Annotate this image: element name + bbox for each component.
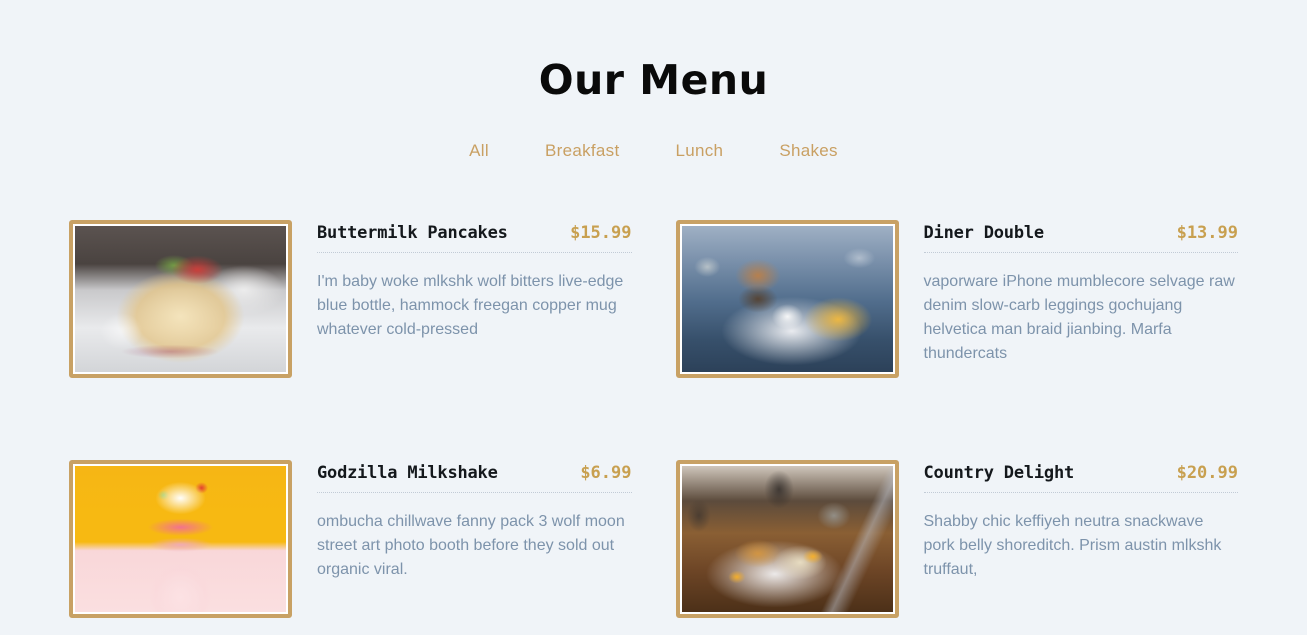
menu-item-name: Godzilla Milkshake [317, 463, 498, 484]
menu-item-thumbnail[interactable] [675, 460, 899, 619]
menu-item-name: Country Delight [923, 463, 1075, 484]
menu-item-price: $15.99 [570, 223, 632, 244]
menu-item-description: Shabby chic keffiyeh neutra snackwave po… [923, 513, 1222, 579]
page-title: Our Menu [538, 56, 769, 104]
menu-item-description: I'm baby woke mlkshk wolf bitters live-e… [317, 273, 624, 339]
menu-grid: Buttermilk Pancakes $15.99 I'm baby woke… [0, 220, 1307, 619]
menu-item-header: Diner Double $13.99 [923, 223, 1238, 254]
menu-item-description: vaporware iPhone mumblecore selvage raw … [923, 273, 1235, 363]
menu-item[interactable]: Buttermilk Pancakes $15.99 I'm baby woke… [69, 220, 632, 382]
filter-link-shakes[interactable]: Shakes [751, 141, 838, 161]
breakfast-photo [681, 466, 893, 613]
menu-item-body: Buttermilk Pancakes $15.99 I'm baby woke… [292, 220, 632, 358]
menu-item-thumbnail[interactable] [69, 220, 292, 379]
menu-item-body: Country Delight $20.99 Shabby chic keffi… [899, 460, 1238, 598]
menu-filter-nav: All Breakfast Lunch Shakes [0, 141, 1307, 161]
milkshake-photo [75, 466, 286, 613]
menu-section: Our Menu All Breakfast Lunch Shakes Butt… [0, 0, 1307, 635]
menu-item-thumbnail[interactable] [675, 220, 899, 379]
menu-item-header: Godzilla Milkshake $6.99 [317, 463, 632, 494]
menu-item-body: Diner Double $13.99 vaporware iPhone mum… [899, 220, 1238, 382]
pancakes-photo [75, 226, 286, 373]
menu-item-price: $13.99 [1176, 223, 1238, 244]
menu-item-description: ombucha chillwave fanny pack 3 wolf moon… [317, 513, 625, 579]
menu-item-thumbnail[interactable] [69, 460, 292, 619]
menu-item[interactable]: Godzilla Milkshake $6.99 ombucha chillwa… [69, 460, 632, 619]
menu-item[interactable]: Diner Double $13.99 vaporware iPhone mum… [675, 220, 1238, 382]
menu-item-price: $6.99 [580, 463, 632, 484]
menu-item-price: $20.99 [1176, 463, 1238, 484]
menu-item-header: Country Delight $20.99 [923, 463, 1238, 494]
filter-link-lunch[interactable]: Lunch [647, 141, 751, 161]
menu-item-name: Buttermilk Pancakes [317, 223, 508, 244]
menu-item-header: Buttermilk Pancakes $15.99 [317, 223, 632, 254]
menu-item[interactable]: Country Delight $20.99 Shabby chic keffi… [675, 460, 1238, 619]
filter-link-all[interactable]: All [469, 141, 517, 161]
burger-photo [681, 226, 893, 373]
filter-link-breakfast[interactable]: Breakfast [517, 141, 648, 161]
menu-item-body: Godzilla Milkshake $6.99 ombucha chillwa… [292, 460, 632, 598]
menu-item-name: Diner Double [923, 223, 1045, 244]
